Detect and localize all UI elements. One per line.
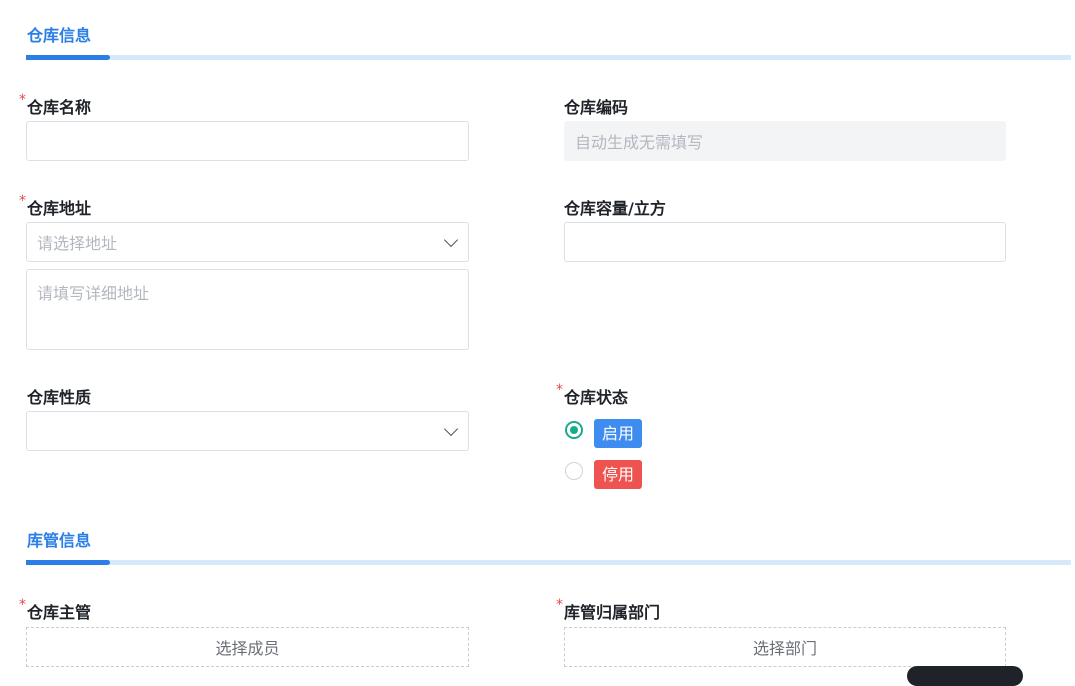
section-divider-accent — [26, 55, 110, 60]
chevron-down-icon — [443, 421, 459, 437]
warehouse-code-input: 自动生成无需填写 — [564, 121, 1006, 161]
field-label-code: 仓库编码 — [564, 94, 628, 118]
status-radio-enabled[interactable] — [565, 421, 583, 439]
field-label-address: * 仓库地址 — [19, 193, 92, 219]
required-mark: * — [19, 597, 26, 613]
field-label-status: * 仓库状态 — [556, 382, 629, 408]
field-label-capacity: 仓库容量/立方 — [564, 195, 666, 219]
address-detail-textarea[interactable]: 请填写详细地址 — [26, 269, 469, 350]
required-mark: * — [19, 92, 26, 108]
field-label-status-text: 仓库状态 — [564, 388, 629, 407]
field-label-manager-text: 仓库主管 — [27, 603, 92, 622]
status-tag-disabled[interactable]: 停用 — [594, 460, 643, 489]
select-department-button[interactable]: 选择部门 — [564, 627, 1006, 667]
field-label-department: * 库管归属部门 — [556, 597, 661, 623]
required-mark: * — [556, 597, 563, 613]
field-label-code-text: 仓库编码 — [564, 98, 629, 117]
field-label-address-text: 仓库地址 — [27, 199, 92, 218]
field-label-nature: 仓库性质 — [27, 384, 91, 408]
floating-widget[interactable] — [907, 666, 1023, 686]
field-label-name: * 仓库名称 — [19, 92, 92, 118]
address-select[interactable]: 请选择地址 — [26, 222, 469, 262]
field-label-department-text: 库管归属部门 — [564, 603, 661, 622]
section-divider — [26, 560, 1071, 565]
chevron-down-icon — [443, 232, 459, 248]
section-divider-accent — [26, 560, 110, 565]
warehouse-name-input[interactable] — [26, 121, 469, 161]
required-mark: * — [19, 193, 26, 209]
address-detail-placeholder: 请填写详细地址 — [37, 284, 150, 303]
status-tag-enabled[interactable]: 启用 — [594, 419, 643, 448]
address-select-placeholder: 请选择地址 — [37, 234, 118, 253]
field-label-name-text: 仓库名称 — [27, 98, 92, 117]
select-member-button[interactable]: 选择成员 — [26, 627, 469, 667]
field-label-manager: * 仓库主管 — [19, 597, 92, 623]
section-title-keeper-info: 库管信息 — [27, 531, 92, 550]
field-label-capacity-text: 仓库容量/立方 — [564, 199, 666, 218]
required-mark: * — [556, 382, 563, 398]
status-radio-disabled[interactable] — [565, 462, 583, 480]
nature-select[interactable] — [26, 411, 469, 451]
capacity-input[interactable] — [564, 222, 1006, 262]
field-label-nature-text: 仓库性质 — [27, 388, 92, 407]
section-divider — [26, 55, 1071, 60]
warehouse-code-placeholder: 自动生成无需填写 — [575, 133, 704, 152]
section-title-warehouse-info: 仓库信息 — [27, 26, 92, 45]
